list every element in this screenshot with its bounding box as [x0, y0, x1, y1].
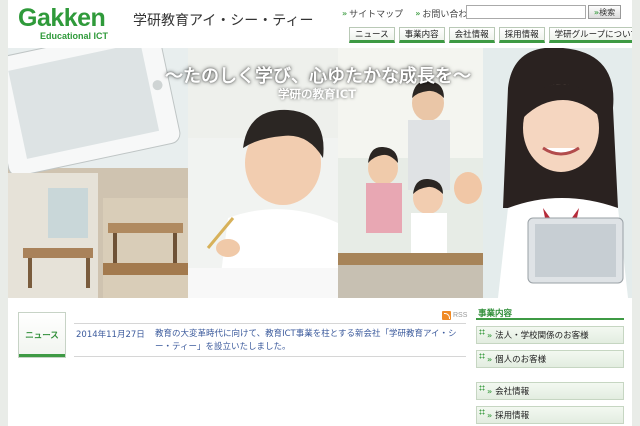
news-divider-bottom — [74, 356, 466, 357]
sidebar-section-title: 事業内容 — [476, 308, 624, 320]
nav-tab-news[interactable]: ニュース — [349, 27, 395, 43]
search-input[interactable] — [466, 5, 586, 19]
content-area: ニュース RSS 2014年11月27日 教育の大変革時代に向けて、教育ICT事… — [8, 298, 632, 426]
news-section-label: ニュース — [25, 331, 59, 341]
header: Gakken Educational ICT 学研教育アイ・シー・ティー » サ… — [8, 0, 632, 46]
sidebar-item-recruit[interactable]: » 採用情報 — [476, 406, 624, 424]
news-item-date: 2014年11月27日 — [76, 330, 145, 340]
double-chevron-icon: » — [342, 9, 347, 18]
double-chevron-icon: » — [487, 354, 492, 364]
sidebar-item-label: 法人・学校関係のお客様 — [495, 331, 589, 341]
rss-label: RSS — [453, 312, 468, 319]
sitemap-link[interactable]: » サイトマップ — [342, 7, 403, 20]
nav-tab-recruit[interactable]: 採用情報 — [498, 27, 545, 43]
news-item-link[interactable]: 教育の大変革時代に向けて、教育ICT事業を柱とする新会社「学研教育アイ・シー・テ… — [155, 328, 471, 354]
hero-title: 〜たのしく学び、心ゆたかな成長を〜 — [165, 66, 471, 87]
hero-banner: 〜たのしく学び、心ゆたかな成長を〜 学研の教育ICT — [8, 48, 632, 298]
company-name: 学研教育アイ・シー・ティー — [133, 13, 314, 29]
sidebar-item-label: 会社情報 — [495, 387, 530, 397]
sidebar-item-label: 個人のお客様 — [495, 355, 547, 365]
sidebar: 事業内容 » 法人・学校関係のお客様 » 個人のお客様 » 会社情報 » 採用情… — [476, 308, 624, 424]
hero-subtitle: 学研の教育ICT — [278, 87, 357, 101]
utility-links: » サイトマップ » お問い合わせ — [342, 7, 476, 20]
double-chevron-icon: » — [487, 410, 492, 420]
nav-tab-business[interactable]: 事業内容 — [398, 27, 445, 43]
news-section-badge: ニュース — [18, 312, 66, 358]
gakken-logo[interactable]: Gakken Educational ICT — [18, 5, 108, 41]
sidebar-item-label: 採用情報 — [495, 411, 530, 421]
nav-tab-group[interactable]: 学研グループについて — [548, 27, 632, 43]
nav-tab-company[interactable]: 会社情報 — [448, 27, 495, 43]
dot-grid-icon — [479, 409, 485, 415]
double-chevron-icon: » — [593, 7, 599, 17]
sidebar-item-corporate[interactable]: » 法人・学校関係のお客様 — [476, 326, 624, 344]
logo-subtitle: Educational ICT — [40, 31, 109, 41]
search-button[interactable]: » 検索 — [588, 5, 621, 19]
news-divider-top — [74, 323, 466, 324]
sidebar-item-personal[interactable]: » 個人のお客様 — [476, 350, 624, 368]
dot-grid-icon — [479, 329, 485, 335]
dot-grid-icon — [479, 385, 485, 391]
page: Gakken Educational ICT 学研教育アイ・シー・ティー » サ… — [8, 0, 632, 426]
dot-grid-icon — [479, 353, 485, 359]
rss-icon — [442, 311, 451, 320]
sidebar-item-company[interactable]: » 会社情報 — [476, 382, 624, 400]
sitemap-link-label: サイトマップ — [349, 10, 404, 20]
logo-wordmark: Gakken — [18, 4, 106, 32]
search-button-label: 検索 — [599, 7, 616, 17]
double-chevron-icon: » — [487, 386, 492, 396]
double-chevron-icon: » — [415, 9, 420, 18]
news-badge-bar — [19, 354, 65, 357]
main-nav: ニュース 事業内容 会社情報 採用情報 学研グループについて — [349, 27, 632, 43]
double-chevron-icon: » — [487, 330, 492, 340]
rss-link[interactable]: RSS — [442, 311, 467, 320]
